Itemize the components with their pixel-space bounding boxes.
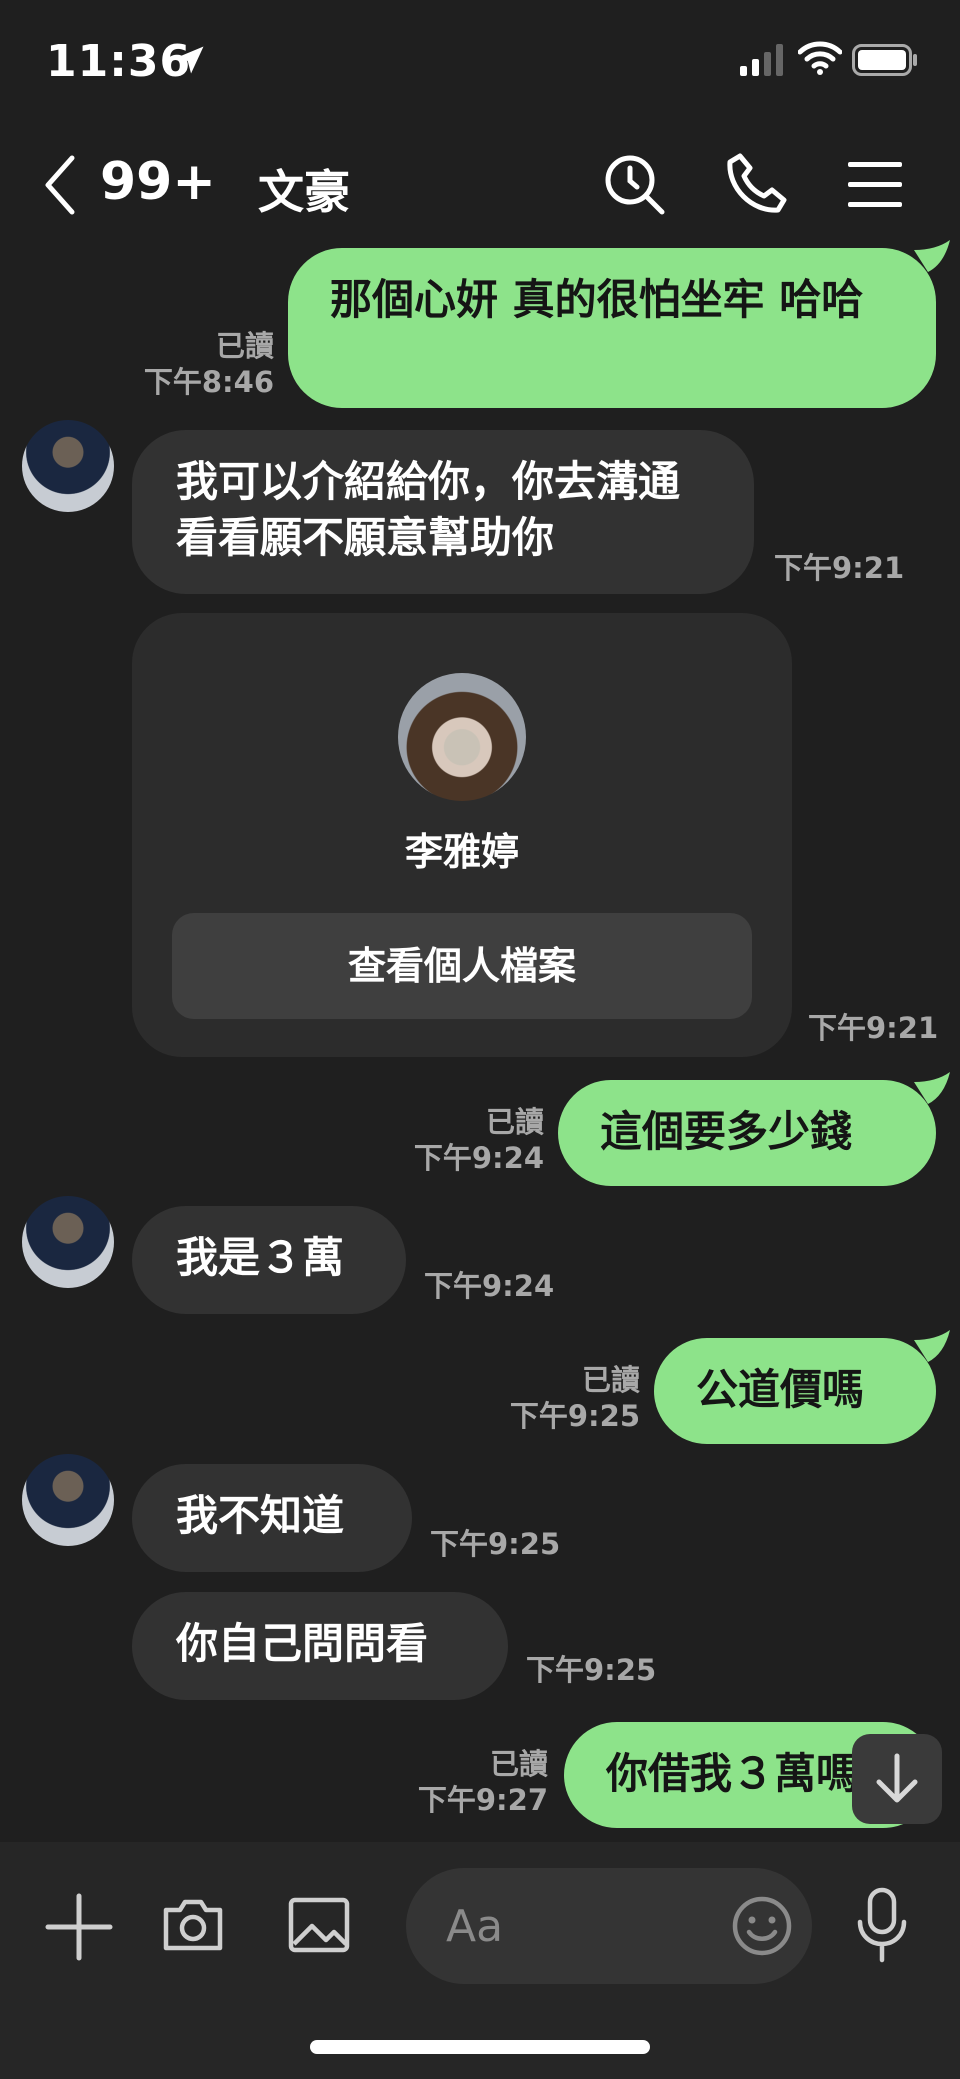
status-time: 11:36 xyxy=(46,36,192,87)
back-chevron-icon[interactable] xyxy=(40,150,80,220)
contact-card[interactable]: 李雅婷 查看個人檔案 xyxy=(132,613,792,1057)
bubble-tail xyxy=(914,1330,950,1362)
bubble-tail xyxy=(914,240,950,272)
emoji-icon[interactable] xyxy=(730,1894,794,1958)
read-receipt: 已讀 xyxy=(215,329,274,363)
message-time: 下午8:46 xyxy=(143,365,274,399)
incoming-message[interactable]: 你自己問問看 xyxy=(132,1592,508,1700)
message-time: 下午9:21 xyxy=(774,551,905,585)
message-text: 這個要多少錢 xyxy=(600,1107,853,1156)
location-arrow-icon xyxy=(176,46,204,74)
message-text: 我不知道 xyxy=(176,1491,345,1540)
message-text: 你自己問問看 xyxy=(176,1619,429,1668)
outgoing-message[interactable]: 這個要多少錢 xyxy=(558,1080,936,1186)
outgoing-message[interactable]: 那個心妍 真的很怕坐牢 哈哈 xyxy=(288,248,936,408)
contact-avatar[interactable] xyxy=(398,673,526,801)
message-time: 下午9:25 xyxy=(526,1653,657,1687)
status-bar: 11:36 xyxy=(0,0,960,120)
message-text: 我是３萬 xyxy=(176,1233,345,1282)
chat-screen: 11:36 99+ 文豪 那個心妍 真的很怕坐牢 哈哈 已讀 下午8:46 我可… xyxy=(0,0,960,2079)
bubble-tail xyxy=(914,1072,950,1104)
message-meta: 已讀 下午9:27 xyxy=(384,1746,548,1818)
message-time: 下午9:27 xyxy=(417,1783,548,1817)
battery-icon xyxy=(852,44,917,76)
message-time: 下午9:25 xyxy=(509,1399,640,1433)
unread-count[interactable]: 99+ xyxy=(100,152,216,212)
read-receipt: 已讀 xyxy=(489,1747,548,1781)
message-text: 那個心妍 真的很怕坐牢 哈哈 xyxy=(330,275,864,324)
message-text: 我可以介紹給你，你去溝通看看願不願意幫助你 xyxy=(176,457,681,562)
phone-icon[interactable] xyxy=(722,150,792,220)
image-icon[interactable] xyxy=(286,1892,352,1958)
read-receipt: 已讀 xyxy=(485,1105,544,1139)
home-indicator xyxy=(310,2040,650,2054)
read-receipt: 已讀 xyxy=(581,1363,640,1397)
search-icon[interactable] xyxy=(600,150,670,220)
message-time: 下午9:24 xyxy=(413,1141,544,1175)
arrow-down-icon xyxy=(876,1753,918,1803)
chat-title: 文豪 xyxy=(258,165,350,219)
chat-header: 99+ 文豪 xyxy=(0,130,960,240)
outgoing-message[interactable]: 公道價嗎 xyxy=(654,1338,936,1444)
view-profile-button[interactable]: 查看個人檔案 xyxy=(172,913,752,1019)
contact-name: 李雅婷 xyxy=(404,830,519,874)
message-time: 下午9:25 xyxy=(430,1527,561,1561)
message-meta: 已讀 下午9:25 xyxy=(476,1362,640,1434)
incoming-message[interactable]: 我不知道 xyxy=(132,1464,412,1572)
menu-icon[interactable] xyxy=(846,156,904,214)
message-meta: 已讀 下午9:24 xyxy=(380,1104,544,1176)
sender-avatar[interactable] xyxy=(22,1454,114,1546)
incoming-message[interactable]: 我是３萬 xyxy=(132,1206,406,1314)
message-text: 你借我３萬嗎 xyxy=(606,1749,859,1798)
cellular-signal-icon xyxy=(740,44,783,76)
scroll-to-bottom-button[interactable] xyxy=(852,1734,942,1824)
incoming-message[interactable]: 我可以介紹給你，你去溝通看看願不願意幫助你 xyxy=(132,430,754,594)
message-meta: 已讀 下午8:46 xyxy=(110,328,274,400)
camera-icon[interactable] xyxy=(160,1892,226,1958)
message-time: 下午9:21 xyxy=(808,1011,939,1045)
sender-avatar[interactable] xyxy=(22,1196,114,1288)
message-text: 公道價嗎 xyxy=(696,1365,865,1414)
message-time: 下午9:24 xyxy=(424,1269,555,1303)
microphone-icon[interactable] xyxy=(850,1886,914,1966)
wifi-icon xyxy=(798,41,842,75)
sender-avatar[interactable] xyxy=(22,420,114,512)
plus-icon[interactable] xyxy=(44,1892,114,1962)
